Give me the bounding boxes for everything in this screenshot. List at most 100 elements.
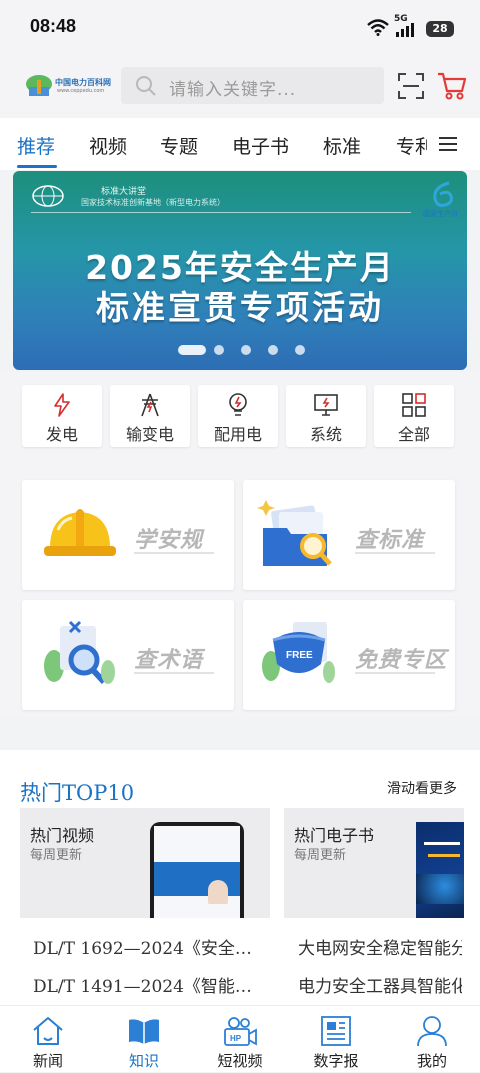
nav-digital-paper[interactable]: 数字报: [288, 1006, 384, 1073]
logo-subtext: www.ceppedu.com: [57, 88, 105, 94]
status-time: 08:48: [30, 16, 77, 36]
feature-underline: [355, 672, 435, 674]
feature-search-standards[interactable]: 查标准: [243, 480, 455, 590]
category-label: 输变电: [125, 425, 174, 444]
tab-video[interactable]: 视频: [89, 132, 127, 159]
category-label: 系统: [309, 425, 342, 444]
category-tabs: 推荐 视频 专题 电子书 标准 专利: [0, 118, 480, 170]
card-title: 热门视频: [30, 826, 95, 845]
hot-video-item[interactable]: DL/T 1692—2024《安全…: [33, 934, 265, 959]
lightning-icon: [54, 393, 70, 417]
card-subtitle: 每周更新: [30, 848, 83, 863]
hot-ebooks-card[interactable]: 热门电子书 每周更新: [284, 808, 464, 918]
document-search-icon: [44, 620, 115, 685]
feature-free-zone[interactable]: FREE 免费专区: [243, 600, 455, 710]
newspaper-icon: [321, 1016, 351, 1046]
grid-icon: [402, 393, 426, 417]
carousel-dot[interactable]: [295, 345, 305, 355]
category-distribution[interactable]: 配用电: [198, 385, 278, 447]
feature-label: 查术语: [134, 648, 204, 673]
tab-standard[interactable]: 标准: [323, 132, 361, 159]
video-icon: HP: [224, 1017, 257, 1046]
nav-short-video[interactable]: HP 短视频: [192, 1006, 288, 1073]
search-bar[interactable]: 请输入关键字...: [121, 67, 384, 104]
hot-top10-section: 热门TOP10 滑动看更多 热门视频 每周更新 DL/T 1692—2024《安…: [0, 750, 480, 1005]
nav-knowledge[interactable]: 知识: [96, 1006, 192, 1073]
nav-label: 新闻: [32, 1052, 63, 1070]
feature-label: 学安规: [134, 528, 204, 553]
nav-label: 短视频: [217, 1052, 263, 1070]
category-shortcuts: 发电 输变电 配用电 系统 全部: [0, 372, 480, 458]
nav-mine[interactable]: 我的: [384, 1006, 480, 1073]
site-logo[interactable]: 中国电力百科网 www.ceppedu.com: [24, 72, 114, 100]
bottom-navigation: 新闻 知识 HP 短视频 数字报 我的: [0, 1005, 480, 1072]
swipe-more-link[interactable]: 滑动看更多: [387, 778, 457, 798]
search-input[interactable]: 请输入关键字...: [169, 75, 296, 100]
category-transmission[interactable]: 输变电: [110, 385, 190, 447]
nav-label: 数字报: [313, 1052, 359, 1070]
tab-patent[interactable]: 专利: [396, 132, 429, 159]
battery-icon: 28: [426, 21, 454, 37]
battery-level: 28: [432, 22, 448, 35]
category-label: 发电: [45, 425, 78, 444]
hot-ebook-item[interactable]: 电力安全工器具智能化: [298, 972, 462, 997]
banner-subheadline: 标准宣贯专项活动: [96, 288, 384, 327]
category-power-generation[interactable]: 发电: [22, 385, 102, 447]
tower-icon: [141, 393, 159, 417]
carousel-dot[interactable]: [268, 345, 278, 355]
tab-ebook[interactable]: 电子书: [232, 132, 289, 159]
logo-text: 中国电力百科网: [55, 78, 111, 87]
feature-underline: [134, 672, 214, 674]
category-all[interactable]: 全部: [374, 385, 454, 447]
menu-icon: [439, 137, 457, 151]
folder-search-icon: [257, 500, 332, 566]
active-tab-indicator: [17, 165, 57, 168]
feature-search-terms[interactable]: 查术语: [22, 600, 234, 710]
carousel-dot[interactable]: [214, 345, 224, 355]
card-title: 热门电子书: [294, 826, 375, 845]
tab-topic[interactable]: 专题: [160, 132, 198, 159]
tab-recommend[interactable]: 推荐: [17, 132, 55, 159]
person-icon: [417, 1016, 447, 1047]
nav-label: 我的: [416, 1052, 447, 1070]
hot-video-item[interactable]: DL/T 1491—2024《智能…: [33, 972, 265, 997]
wifi-icon: [367, 19, 389, 36]
logo-icon: [26, 75, 52, 96]
svg-text:FREE: FREE: [286, 650, 313, 661]
cover-art: [416, 874, 464, 904]
category-label: 配用电: [213, 425, 262, 444]
feature-cards: 学安规 查标准 查术语 FREE 免费专区: [0, 460, 480, 716]
helmet-icon: [44, 509, 116, 556]
card-subtitle: 每周更新: [294, 848, 347, 863]
banner-header: 标准大讲堂 国家技术标准创新基地（新型电力系统）: [31, 183, 411, 213]
scan-icon[interactable]: [397, 72, 425, 100]
search-icon: [136, 76, 156, 96]
bulb-icon: [229, 393, 247, 416]
badge-six-icon: [433, 181, 453, 207]
banner-corner-badge: 国家生产月: [423, 179, 463, 223]
feature-underline: [355, 552, 435, 554]
carousel-dot-active[interactable]: [178, 345, 206, 355]
hot-videos-card[interactable]: 热门视频 每周更新: [20, 808, 270, 918]
feature-label: 查标准: [355, 528, 425, 553]
monitor-icon: [314, 394, 338, 416]
cover-title-line: [424, 842, 460, 845]
tab-menu-button[interactable]: [427, 118, 480, 170]
promo-banner[interactable]: 标准大讲堂 国家技术标准创新基地（新型电力系统） 国家生产月 2025年安全生产…: [13, 171, 467, 370]
carousel-dot[interactable]: [241, 345, 251, 355]
category-system[interactable]: 系统: [286, 385, 366, 447]
category-label: 全部: [397, 425, 430, 444]
hot-ebook-item[interactable]: 大电网安全稳定智能分: [298, 934, 462, 959]
feature-safety-rules[interactable]: 学安规: [22, 480, 234, 590]
banner-top-subtitle: 国家技术标准创新基地（新型电力系统）: [81, 198, 225, 207]
nav-label: 知识: [128, 1052, 159, 1070]
nav-news[interactable]: 新闻: [0, 1006, 96, 1073]
status-bar: 08:48 5G 28: [0, 0, 480, 56]
ebook-cover: [416, 822, 464, 918]
cart-icon[interactable]: [436, 71, 468, 101]
house-icon: [33, 1017, 63, 1045]
feature-underline: [134, 552, 214, 554]
banner-corner-text: 国家生产月: [423, 210, 458, 218]
book-icon: [129, 1019, 159, 1044]
video-thumbnail: [150, 822, 244, 918]
